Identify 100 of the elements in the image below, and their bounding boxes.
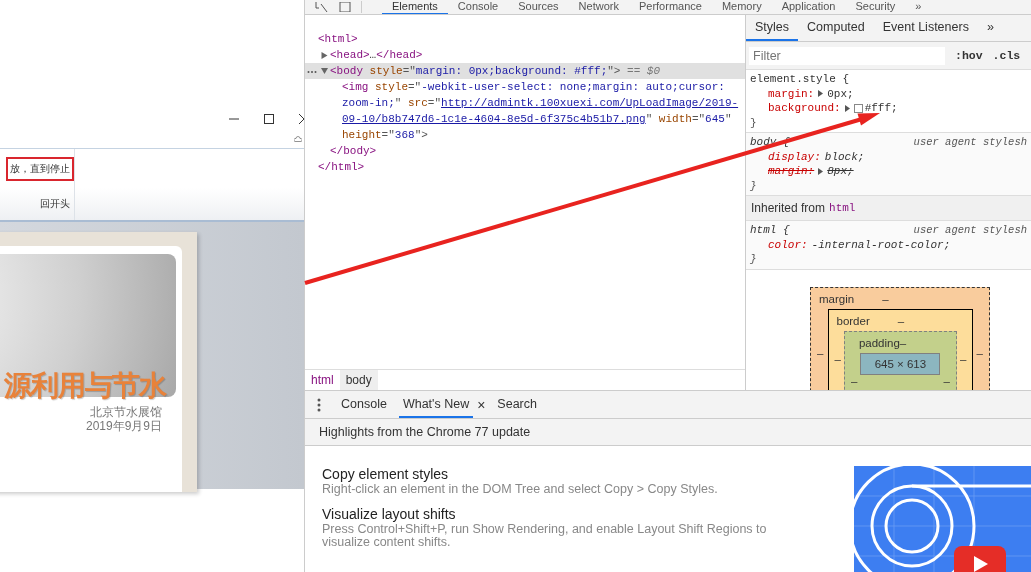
url-link[interactable]: 09-10/b8b747d6-1c1e-4604-8e5d-6f375c4b51b7.png [342, 111, 646, 127]
code-punctuation: =" [691, 112, 706, 127]
filter-toggle[interactable]: :hov [955, 49, 983, 62]
expand-triangle-icon[interactable] [321, 51, 328, 59]
expand-triangle-icon[interactable] [818, 167, 824, 175]
attribute-name: style [374, 80, 408, 95]
panel-tab[interactable]: Console [447, 0, 509, 14]
attribute-name: style [368, 64, 403, 79]
tag-name: </body> [330, 144, 377, 159]
inherited-element[interactable]: html [829, 202, 856, 214]
attribute-value: margin: 0px;background: #fff; [415, 64, 608, 79]
code-punctuation: " [724, 112, 732, 127]
css-selector: html { [750, 223, 790, 238]
attribute-name: width [657, 112, 692, 127]
attribute-name: src [407, 96, 428, 111]
box-value: – [817, 345, 824, 359]
tag-name: <head> [330, 48, 370, 63]
slide-subtitle: 北京节水展馆 [90, 405, 162, 419]
maximize-icon[interactable] [264, 114, 274, 124]
feature-title: Copy element styles [322, 466, 450, 483]
property-value[interactable]: -internal-root-color; [811, 237, 951, 252]
tag-name: </html> [318, 160, 365, 175]
panel-tab[interactable]: Elements [382, 0, 448, 14]
margin-box[interactable]: margin – – border – – padding– – 645 × 613 – – – [810, 286, 990, 390]
box-label: padding [858, 337, 900, 349]
ribbon-option[interactable]: 回开头 [36, 192, 74, 216]
box-value: – [850, 373, 858, 387]
property-value[interactable]: 8px; [827, 164, 854, 179]
attribute-value: zoom-in; [342, 96, 395, 111]
panel-tab[interactable]: Network [568, 0, 629, 14]
feature-description: Right-click an element in the DOM Tree and select Copy > Copy Styles. [322, 483, 719, 496]
tag-name: <img [342, 80, 369, 95]
property-value[interactable]: 0px; [827, 86, 854, 101]
slide-title: 源利用与节水 [4, 369, 166, 403]
box-label: margin [819, 293, 855, 305]
property-name[interactable]: display: [768, 149, 821, 164]
sidebar-tab[interactable]: Computed [798, 15, 874, 41]
panel-tab[interactable]: Application [771, 0, 846, 14]
expand-triangle-icon[interactable] [818, 90, 824, 98]
padding-box[interactable]: padding– – 645 × 613 – [843, 330, 957, 390]
more-icon[interactable] [307, 70, 317, 74]
closing-brace: } [750, 115, 758, 130]
property-value[interactable]: #fff; [864, 101, 898, 116]
sidebar-tab[interactable]: Event Listeners [873, 15, 978, 41]
more-tabs-button[interactable]: » [977, 15, 1003, 41]
collapse-triangle-icon[interactable] [321, 68, 328, 74]
box-label: border [836, 315, 870, 327]
feature-description: Press Control+Shift+P, run Show Rendering, and enable Layout Shift Regions to visualize content shifts. [322, 523, 768, 549]
color-swatch[interactable] [853, 103, 863, 113]
panel-tab[interactable]: Performance [628, 0, 712, 14]
closing-brace: } [750, 252, 758, 267]
attribute-value: 368 [394, 128, 415, 143]
breadcrumb[interactable]: body [339, 370, 378, 390]
panel-tab[interactable]: Sources [508, 0, 569, 14]
property-name[interactable]: margin: [768, 164, 815, 179]
breadcrumb[interactable]: html [305, 370, 340, 390]
code-punctuation: =" [427, 96, 442, 111]
content-box[interactable]: 645 × 613 [860, 352, 941, 375]
rule-source[interactable]: user agent stylesh [913, 135, 1027, 150]
drawer-tab[interactable]: Search [493, 391, 541, 418]
tag-name: <body [330, 64, 363, 79]
code-punctuation: "> [414, 128, 428, 143]
property-name[interactable]: background: [768, 101, 841, 116]
box-value: – [897, 315, 905, 327]
css-selector: element.style { [750, 72, 850, 87]
panel-tab[interactable]: Security [845, 0, 906, 14]
cloud-icon[interactable] [294, 136, 302, 142]
box-value: – [882, 293, 889, 305]
attribute-value: 645 [705, 112, 725, 127]
tag-name: <html> [318, 32, 358, 47]
box-value: – [943, 373, 950, 387]
ellipsis-text: … [369, 48, 377, 63]
box-value: – [899, 337, 907, 349]
url-link[interactable]: http://admintk.100xuexi.com/UpLoadImage/2019- [441, 95, 739, 111]
filter-toggle[interactable]: .cls [992, 49, 1021, 62]
closing-brace: } [750, 178, 758, 193]
close-icon[interactable]: × [477, 396, 486, 413]
rule-source[interactable]: user agent stylesh [913, 223, 1027, 238]
code-punctuation: =" [402, 64, 416, 79]
slide-date: 2019年9月9日 [85, 419, 162, 433]
property-name[interactable]: color: [768, 237, 808, 252]
property-value[interactable]: block; [824, 149, 865, 164]
box-value: – [976, 345, 983, 359]
code-punctuation: " [645, 112, 653, 127]
panel-tab[interactable]: Memory [711, 0, 772, 14]
device-icon[interactable] [339, 2, 351, 12]
banner: Highlights from the Chrome 77 update [305, 419, 1031, 446]
inherited-label: Inherited from [751, 201, 826, 215]
close-icon[interactable] [299, 114, 304, 124]
menu-icon[interactable] [317, 397, 321, 412]
drawer-tab[interactable]: Console [337, 391, 391, 418]
inspect-icon[interactable] [315, 2, 329, 12]
ribbon-option[interactable]: 放，直到停止 [6, 157, 74, 181]
more-tabs-button[interactable]: » [905, 0, 932, 14]
code-punctuation: =" [408, 80, 422, 95]
property-name[interactable]: margin: [768, 86, 815, 101]
code-punctuation: =" [381, 128, 395, 143]
filter-field[interactable]: Filter [749, 46, 945, 65]
expand-triangle-icon[interactable] [844, 104, 850, 112]
border-box[interactable]: border – – padding– – 645 × 613 – – [827, 308, 973, 390]
